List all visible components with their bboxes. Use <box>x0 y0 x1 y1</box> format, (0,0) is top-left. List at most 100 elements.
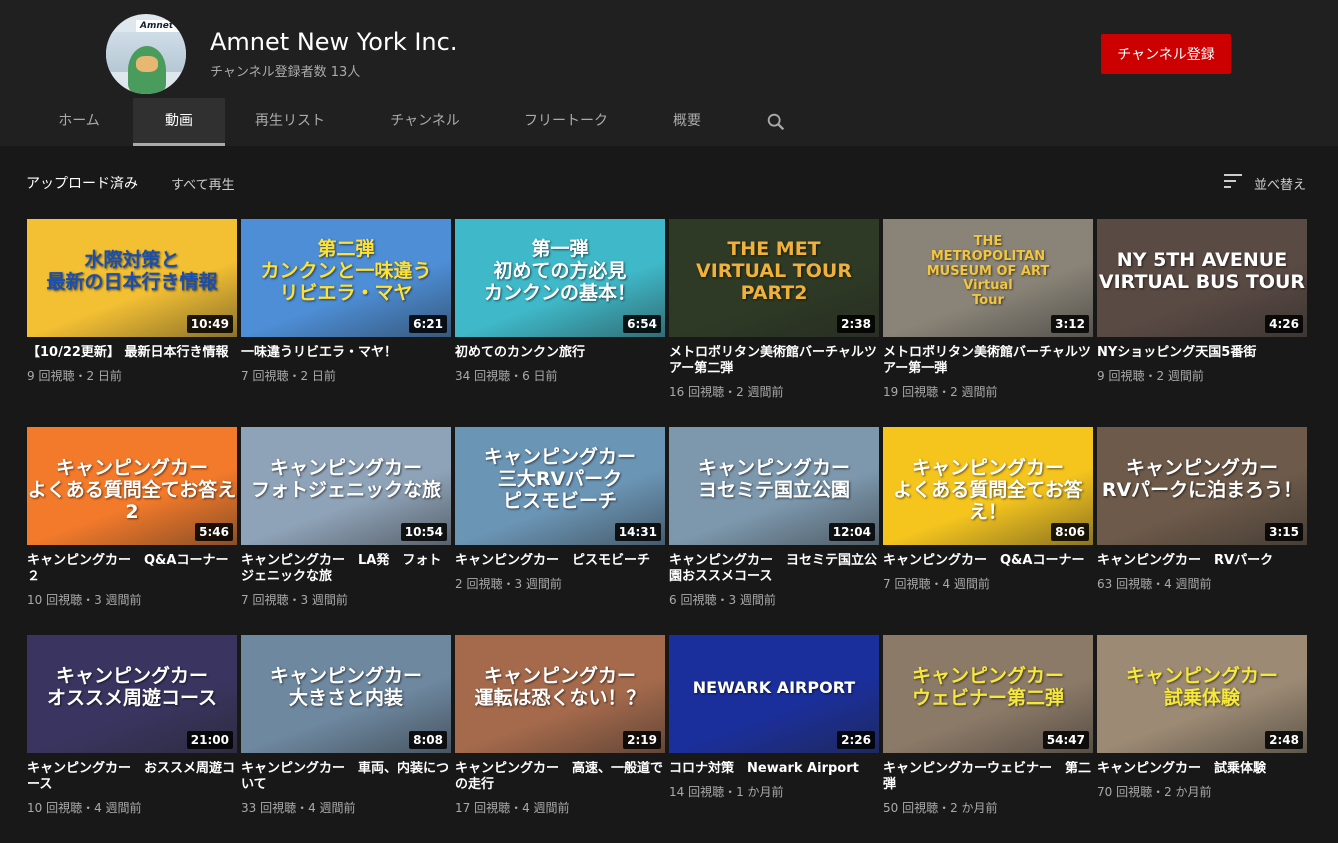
thumbnail-caption: キャンピングカー 運転は恐くない！？ <box>474 665 646 709</box>
video-card[interactable]: THE MET VIRTUAL TOUR PART2 2:38 メトロポリタン美術館… <box>669 219 879 400</box>
video-title[interactable]: キャンピングカー Q&Aコーナー２ <box>27 553 237 585</box>
video-meta: 7 回視聴・4 週間前 <box>883 577 990 591</box>
video-title[interactable]: 初めてのカンクン旅行 <box>455 345 665 361</box>
video-thumbnail[interactable]: NEWARK AIRPORT 2:26 <box>669 635 879 753</box>
video-title[interactable]: NYショッピング天国5番街 <box>1097 345 1307 361</box>
video-thumbnail[interactable]: 第一弾 初めての方必見 カンクンの基本！ 6:54 <box>455 219 665 337</box>
video-thumbnail[interactable]: キャンピングカー 三大RVパーク ピスモビーチ 14:31 <box>455 427 665 545</box>
thumbnail-caption: キャンピングカー オススメ周遊コース <box>46 665 218 709</box>
video-card[interactable]: キャンピングカー 運転は恐くない！？ 2:19 キャンピングカー 高速、一般道での走… <box>455 635 665 816</box>
video-card[interactable]: NY 5TH AVENUE VIRTUAL BUS TOUR 4:26 NYショッピ… <box>1097 219 1307 384</box>
video-duration: 2:48 <box>1265 731 1303 749</box>
video-title[interactable]: 一味違うリビエラ・マヤ！ <box>241 345 451 361</box>
video-thumbnail[interactable]: キャンピングカー 試乗体験 2:48 <box>1097 635 1307 753</box>
channel-avatar[interactable]: Amnet <box>106 14 186 94</box>
video-thumbnail[interactable]: THE METROPOLITAN MUSEUM OF ART Virtual T… <box>883 219 1093 337</box>
video-meta: 19 回視聴・2 週間前 <box>883 385 998 399</box>
subscriber-count: チャンネル登録者数 13人 <box>210 65 361 80</box>
avatar-face <box>136 56 158 72</box>
video-thumbnail[interactable]: 第二弾 カンクンと一味違う リビエラ・マヤ 6:21 <box>241 219 451 337</box>
video-card[interactable]: キャンピングカー フォトジェニックな旅 10:54 キャンピングカー LA発 フォト… <box>241 427 451 608</box>
sort-icon[interactable] <box>1223 173 1243 189</box>
play-all-link[interactable]: すべて再生 <box>171 174 235 193</box>
thumbnail-caption: キャンピングカー 大きさと内装 <box>269 665 422 709</box>
tab-about[interactable]: 概要 <box>655 98 719 146</box>
video-card[interactable]: THE METROPOLITAN MUSEUM OF ART Virtual T… <box>883 219 1093 400</box>
video-thumbnail[interactable]: キャンピングカー ウェビナー第二弾 54:47 <box>883 635 1093 753</box>
video-card[interactable]: 第一弾 初めての方必見 カンクンの基本！ 6:54 初めてのカンクン旅行 34 回視聴… <box>455 219 665 384</box>
tab-channels[interactable]: チャンネル <box>375 98 475 146</box>
tab-videos[interactable]: 動画 <box>133 98 225 146</box>
tab-playlists[interactable]: 再生リスト <box>240 98 340 146</box>
video-title[interactable]: キャンピングカー おススメ周遊コース <box>27 761 237 793</box>
video-meta: 10 回視聴・3 週間前 <box>27 593 142 607</box>
thumbnail-caption: キャンピングカー よくある質問全てお答え2 <box>27 457 237 523</box>
video-thumbnail[interactable]: キャンピングカー よくある質問全てお答え！ 8:06 <box>883 427 1093 545</box>
video-card[interactable]: キャンピングカー 大きさと内装 8:08 キャンピングカー 車両、内装について 33 … <box>241 635 451 816</box>
thumbnail-caption: キャンピングカー フォトジェニックな旅 <box>250 457 441 501</box>
thumbnail-caption: キャンピングカー 試乗体験 <box>1125 665 1278 709</box>
video-duration: 6:54 <box>623 315 661 333</box>
video-title[interactable]: メトロポリタン美術館バーチャルツアー第一弾 <box>883 345 1093 377</box>
video-card[interactable]: キャンピングカー オススメ周遊コース 21:00 キャンピングカー おススメ周遊コー… <box>27 635 237 816</box>
video-title[interactable]: キャンピングカー 車両、内装について <box>241 761 451 793</box>
video-title[interactable]: コロナ対策 Newark Airport <box>669 761 879 777</box>
channel-header: Amnet Amnet New York Inc. チャンネル登録者数 13人 … <box>0 0 1338 146</box>
video-title[interactable]: キャンピングカー RVパーク <box>1097 553 1307 569</box>
thumbnail-caption: キャンピングカー ウェビナー第二弾 <box>911 665 1064 709</box>
video-title[interactable]: キャンピングカーウェビナー 第二弾 <box>883 761 1093 793</box>
video-card[interactable]: キャンピングカー 三大RVパーク ピスモビーチ 14:31 キャンピングカー ピスモ… <box>455 427 665 592</box>
video-card[interactable]: キャンピングカー RVパークに泊まろう！ 3:15 キャンピングカー RVパーク 63… <box>1097 427 1307 592</box>
video-card[interactable]: 水際対策と 最新の日本行き情報 10:49 【10/22更新】 最新日本行き情報 9 … <box>27 219 237 384</box>
video-thumbnail[interactable]: キャンピングカー 大きさと内装 8:08 <box>241 635 451 753</box>
video-duration: 6:21 <box>409 315 447 333</box>
video-card[interactable]: キャンピングカー ヨセミテ国立公園 12:04 キャンピングカー ヨセミテ国立公園お… <box>669 427 879 608</box>
video-meta: 63 回視聴・4 週間前 <box>1097 577 1212 591</box>
video-title[interactable]: キャンピングカー LA発 フォトジェニックな旅 <box>241 553 451 585</box>
video-title[interactable]: キャンピングカー ヨセミテ国立公園おススメコース <box>669 553 879 585</box>
video-title[interactable]: キャンピングカー Q&Aコーナー <box>883 553 1093 569</box>
video-thumbnail[interactable]: キャンピングカー フォトジェニックな旅 10:54 <box>241 427 451 545</box>
tab-home[interactable]: ホーム <box>40 98 118 146</box>
sort-button[interactable]: 並べ替え <box>1254 174 1306 193</box>
video-meta: 6 回視聴・3 週間前 <box>669 593 776 607</box>
video-meta: 33 回視聴・4 週間前 <box>241 801 356 815</box>
video-title[interactable]: メトロポリタン美術館バーチャルツアー第二弾 <box>669 345 879 377</box>
video-meta: 16 回視聴・2 週間前 <box>669 385 784 399</box>
video-thumbnail[interactable]: NY 5TH AVENUE VIRTUAL BUS TOUR 4:26 <box>1097 219 1307 337</box>
video-thumbnail[interactable]: キャンピングカー RVパークに泊まろう！ 3:15 <box>1097 427 1307 545</box>
thumbnail-caption: キャンピングカー RVパークに泊まろう！ <box>1101 457 1303 501</box>
subscribe-button[interactable]: チャンネル登録 <box>1101 34 1231 74</box>
video-title[interactable]: キャンピングカー 高速、一般道での走行 <box>455 761 665 793</box>
video-card[interactable]: キャンピングカー 試乗体験 2:48 キャンピングカー 試乗体験 70 回視聴・2 か… <box>1097 635 1307 800</box>
video-duration: 54:47 <box>1042 731 1089 749</box>
video-card[interactable]: キャンピングカー よくある質問全てお答え！ 8:06 キャンピングカー Q&Aコーナ… <box>883 427 1093 592</box>
video-meta: 7 回視聴・3 週間前 <box>241 593 348 607</box>
video-title[interactable]: 【10/22更新】 最新日本行き情報 <box>27 345 237 361</box>
video-thumbnail[interactable]: キャンピングカー よくある質問全てお答え2 5:46 <box>27 427 237 545</box>
video-duration: 2:19 <box>623 731 661 749</box>
video-card[interactable]: NEWARK AIRPORT 2:26 コロナ対策 Newark Airport 14… <box>669 635 879 800</box>
video-duration: 21:00 <box>186 731 233 749</box>
tab-free-talk[interactable]: フリートーク <box>510 98 622 146</box>
video-thumbnail[interactable]: 水際対策と 最新の日本行き情報 10:49 <box>27 219 237 337</box>
video-duration: 2:26 <box>837 731 875 749</box>
video-duration: 2:38 <box>837 315 875 333</box>
video-duration: 10:54 <box>400 523 447 541</box>
channel-title: Amnet New York Inc. <box>210 28 458 56</box>
video-duration: 8:08 <box>409 731 447 749</box>
section-title: アップロード済み <box>26 176 138 192</box>
video-thumbnail[interactable]: THE MET VIRTUAL TOUR PART2 2:38 <box>669 219 879 337</box>
video-thumbnail[interactable]: キャンピングカー 運転は恐くない！？ 2:19 <box>455 635 665 753</box>
search-icon[interactable] <box>765 111 787 133</box>
video-title[interactable]: キャンピングカー ピスモビーチ <box>455 553 665 569</box>
video-title[interactable]: キャンピングカー 試乗体験 <box>1097 761 1307 777</box>
video-card[interactable]: キャンピングカー よくある質問全てお答え2 5:46 キャンピングカー Q&Aコーナ… <box>27 427 237 608</box>
video-card[interactable]: 第二弾 カンクンと一味違う リビエラ・マヤ 6:21 一味違うリビエラ・マヤ！ 7 回… <box>241 219 451 384</box>
video-thumbnail[interactable]: キャンピングカー オススメ周遊コース 21:00 <box>27 635 237 753</box>
video-duration: 10:49 <box>186 315 233 333</box>
video-meta: 70 回視聴・2 か月前 <box>1097 785 1212 799</box>
thumbnail-caption: THE MET VIRTUAL TOUR PART2 <box>696 238 852 304</box>
video-thumbnail[interactable]: キャンピングカー ヨセミテ国立公園 12:04 <box>669 427 879 545</box>
video-card[interactable]: キャンピングカー ウェビナー第二弾 54:47 キャンピングカーウェビナー 第二弾 5… <box>883 635 1093 816</box>
